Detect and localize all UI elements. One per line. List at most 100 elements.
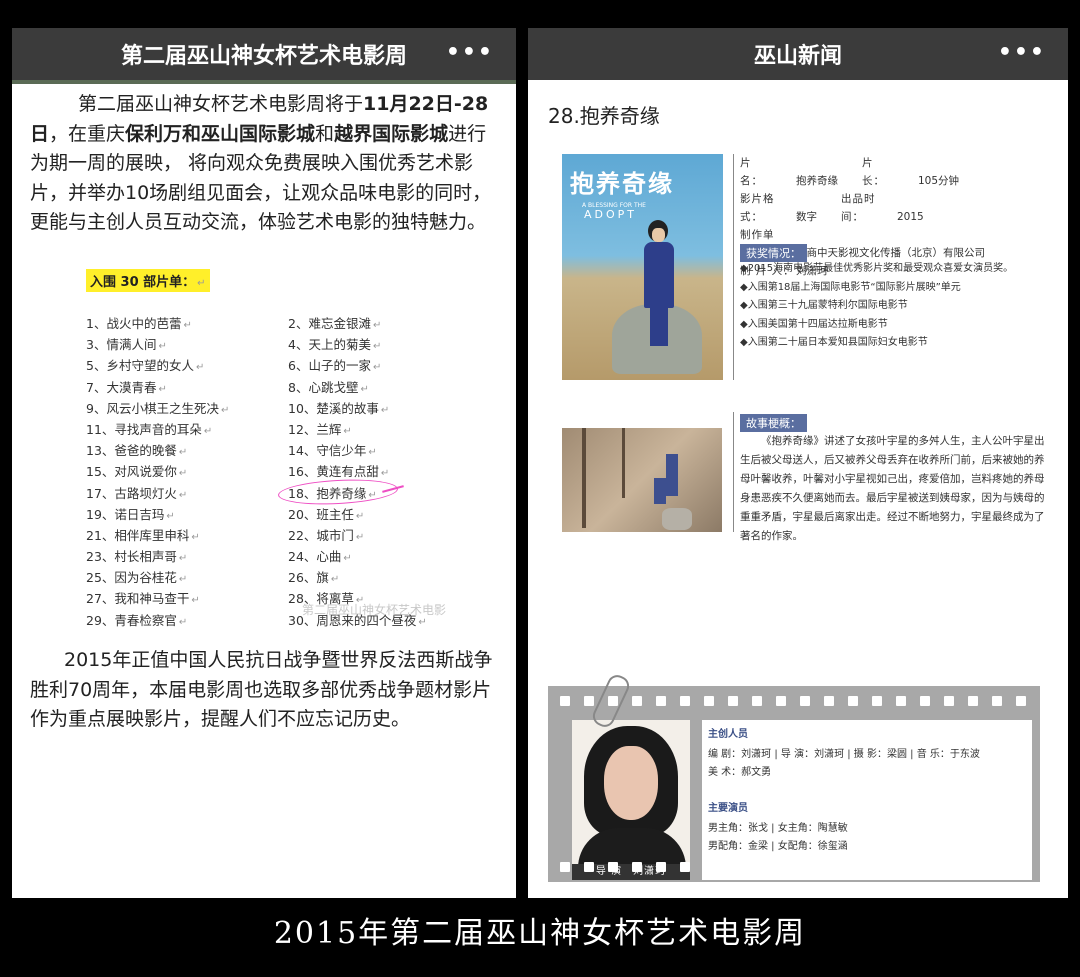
sprocket-hole bbox=[944, 696, 954, 706]
sprocket-hole bbox=[560, 862, 570, 872]
film-list-item: 3、情满人间 ↵ bbox=[86, 337, 167, 353]
sprocket-hole bbox=[776, 696, 786, 706]
sprocket-hole bbox=[656, 696, 666, 706]
film-list-item: 8、心跳戈壁 ↵ bbox=[288, 379, 369, 395]
film-list-item: 14、守信少年 ↵ bbox=[288, 443, 377, 459]
intro-segment: 第二届巫山神女杯艺术电影周将于 bbox=[78, 93, 364, 115]
sprocket-hole bbox=[896, 696, 906, 706]
film-list-row: 5、乡村守望的女人 ↵ 6、山子的一家 ↵ bbox=[86, 355, 496, 376]
sprocket-hole bbox=[752, 862, 762, 872]
divider-line bbox=[733, 412, 734, 532]
sprocket-hole bbox=[608, 862, 618, 872]
film-list-row: 3、情满人间 ↵ 4、天上的菊美 ↵ bbox=[86, 334, 496, 355]
intro-segment: 保利万和巫山国际影城 bbox=[125, 122, 316, 145]
film-list-item: 12、兰辉 ↵ bbox=[288, 421, 352, 437]
right-navbar: 巫山新闻 ••• bbox=[528, 28, 1068, 80]
film-list-row: 11、寻找声音的耳朵 ↵ 12、兰辉 ↵ bbox=[86, 419, 496, 440]
film-list-item: 20、班主任 ↵ bbox=[288, 506, 365, 522]
sprocket-hole bbox=[752, 696, 762, 706]
sprocket-hole bbox=[920, 862, 930, 872]
more-menu-icon[interactable]: ••• bbox=[998, 40, 1046, 65]
crew-label: 主创人员 bbox=[708, 729, 748, 740]
film-list-item: 23、村长相声哥 ↵ bbox=[86, 549, 188, 565]
more-menu-icon[interactable]: ••• bbox=[446, 40, 494, 65]
film-info-label: 出品时间： bbox=[841, 193, 876, 223]
watermark: 第二届巫山神女杯艺术电影 bbox=[302, 603, 447, 617]
sprocket-hole bbox=[560, 696, 570, 706]
film-list-row: 7、大漠青春 ↵ 8、心跳戈壁 ↵ bbox=[86, 377, 496, 398]
film-still bbox=[562, 428, 722, 532]
film-info-row: 影片格式： 数字 出品时间： 2015 bbox=[740, 190, 1060, 226]
film-list-row: 15、对风说爱你 ↵ 16、黄连有点甜 ↵ bbox=[86, 461, 496, 482]
sprocket-hole bbox=[968, 696, 978, 706]
sprocket-hole bbox=[584, 862, 594, 872]
poster-english-title: ADOPT bbox=[584, 208, 638, 221]
still-figure bbox=[654, 478, 666, 504]
sprocket-hole bbox=[728, 696, 738, 706]
sprocket-hole bbox=[824, 696, 834, 706]
film-list-item: 9、风云小棋王之生死决 ↵ bbox=[86, 400, 230, 416]
film-list-item: 6、山子的一家 ↵ bbox=[288, 358, 382, 374]
synopsis-text: 《抱养奇缘》讲述了女孩叶宇星的多舛人生，主人公叶宇星出生后被父母送人，后又被养父… bbox=[740, 435, 1045, 542]
film-info-value: 数字 bbox=[796, 211, 817, 223]
cast-line: 男配角：金梁 | 女配角：徐玺涵 bbox=[708, 841, 848, 852]
poster-title: 抱养奇缘 bbox=[570, 169, 674, 198]
film-list-item: 21、相伴库里申科 ↵ bbox=[86, 527, 200, 543]
sprocket-hole bbox=[920, 696, 930, 706]
award-item: ◆入围第三十九届蒙特利尔国际电影节 bbox=[740, 300, 908, 311]
sprocket-hole bbox=[848, 696, 858, 706]
intro-paragraph: 第二届巫山神女杯艺术电影周将于11月22日-28日，在重庆保利万和巫山国际影城和… bbox=[30, 90, 500, 238]
poster-figure-body bbox=[644, 242, 674, 308]
crew-film-strip: 导 演 刘潇珂 主创人员 编 剧：刘潇珂 | 导 演：刘潇珂 | 摄 影：梁圆 … bbox=[548, 686, 1040, 882]
sprocket-hole bbox=[584, 696, 594, 706]
award-item: ◆入围第18届上海国际电影节“国际影片展映”单元 bbox=[740, 281, 961, 293]
film-poster: 抱养奇缘 A BLESSING FOR THE ADOPT bbox=[562, 154, 723, 380]
sprocket-hole bbox=[992, 862, 1002, 872]
sprocket-hole bbox=[992, 696, 1002, 706]
film-list-item: 16、黄连有点甜 ↵ bbox=[288, 464, 390, 480]
sprocket-hole bbox=[968, 862, 978, 872]
divider-line bbox=[733, 154, 734, 380]
film-list-item: 29、青春检察官 ↵ bbox=[86, 612, 188, 628]
still-tree bbox=[622, 428, 625, 498]
intro-segment: 和 bbox=[315, 122, 335, 145]
left-article-panel: 第二届巫山神女杯艺术电影周 ••• 第二届巫山神女杯艺术电影周将于11月22日-… bbox=[12, 28, 516, 898]
poster-figure-face bbox=[652, 228, 665, 242]
film-list-item: 2、难忘金银滩 ↵ bbox=[288, 316, 382, 331]
still-stone bbox=[662, 508, 692, 530]
sprocket-hole bbox=[632, 862, 642, 872]
sprocket-hole bbox=[872, 696, 882, 706]
sprocket-hole bbox=[824, 862, 834, 872]
film-list-item: 10、楚溪的故事 ↵ bbox=[288, 400, 390, 416]
sprocket-hole bbox=[680, 862, 690, 872]
film-list-row: 19、诺日吉玛 ↵ 20、班主任 ↵ bbox=[86, 504, 496, 525]
film-list-item: 26、旗 ↵ bbox=[288, 570, 340, 586]
film-list-title: 入围 30 部片单： ↵ bbox=[86, 269, 210, 292]
film-list-item: 27、我和神马查干 ↵ bbox=[86, 591, 200, 607]
awards-list: ◆2015海南电影节最佳优秀影片奖和最受观众喜爱女演员奖。 ◆入围第18届上海国际… bbox=[740, 260, 1050, 353]
film-list-item: 22、城市门 ↵ bbox=[288, 527, 365, 543]
film-list-item: 24、心曲 ↵ bbox=[288, 549, 352, 565]
still-tree bbox=[582, 428, 586, 528]
film-info-label: 片 名： bbox=[740, 157, 775, 187]
sprocket-hole bbox=[848, 862, 858, 872]
film-list-item: 7、大漠青春 ↵ bbox=[86, 379, 167, 395]
crew-line: 美 术：郝文勇 bbox=[708, 767, 772, 778]
left-title: 第二届巫山神女杯艺术电影周 bbox=[120, 44, 407, 69]
film-list-row: 13、爸爸的晚餐 ↵ 14、守信少年 ↵ bbox=[86, 440, 496, 461]
sprocket-hole bbox=[800, 862, 810, 872]
bottom-caption: 2015年第二届巫山神女杯艺术电影周 bbox=[273, 916, 807, 951]
sprocket-hole bbox=[896, 862, 906, 872]
right-article-panel: 巫山新闻 ••• 28.抱养奇缘 抱养奇缘 A BLESSING FOR THE… bbox=[528, 28, 1068, 898]
film-heading: 28.抱养奇缘 bbox=[548, 104, 660, 128]
right-title: 巫山新闻 bbox=[753, 44, 842, 69]
film-list-row: 21、相伴库里申科 ↵ 22、城市门 ↵ bbox=[86, 525, 496, 546]
film-info-value: 2015 bbox=[897, 211, 924, 223]
film-list-item: 1、战火中的芭蕾 ↵ bbox=[86, 316, 192, 331]
cast-label: 主要演员 bbox=[708, 803, 748, 814]
sprocket-hole bbox=[632, 696, 642, 706]
sprocket-hole bbox=[776, 862, 786, 872]
poster-figure-legs bbox=[650, 306, 668, 346]
film-list-row: 23、村长相声哥 ↵ 24、心曲 ↵ bbox=[86, 546, 496, 567]
film-list-item: 25、因为谷桂花 ↵ bbox=[86, 570, 188, 586]
